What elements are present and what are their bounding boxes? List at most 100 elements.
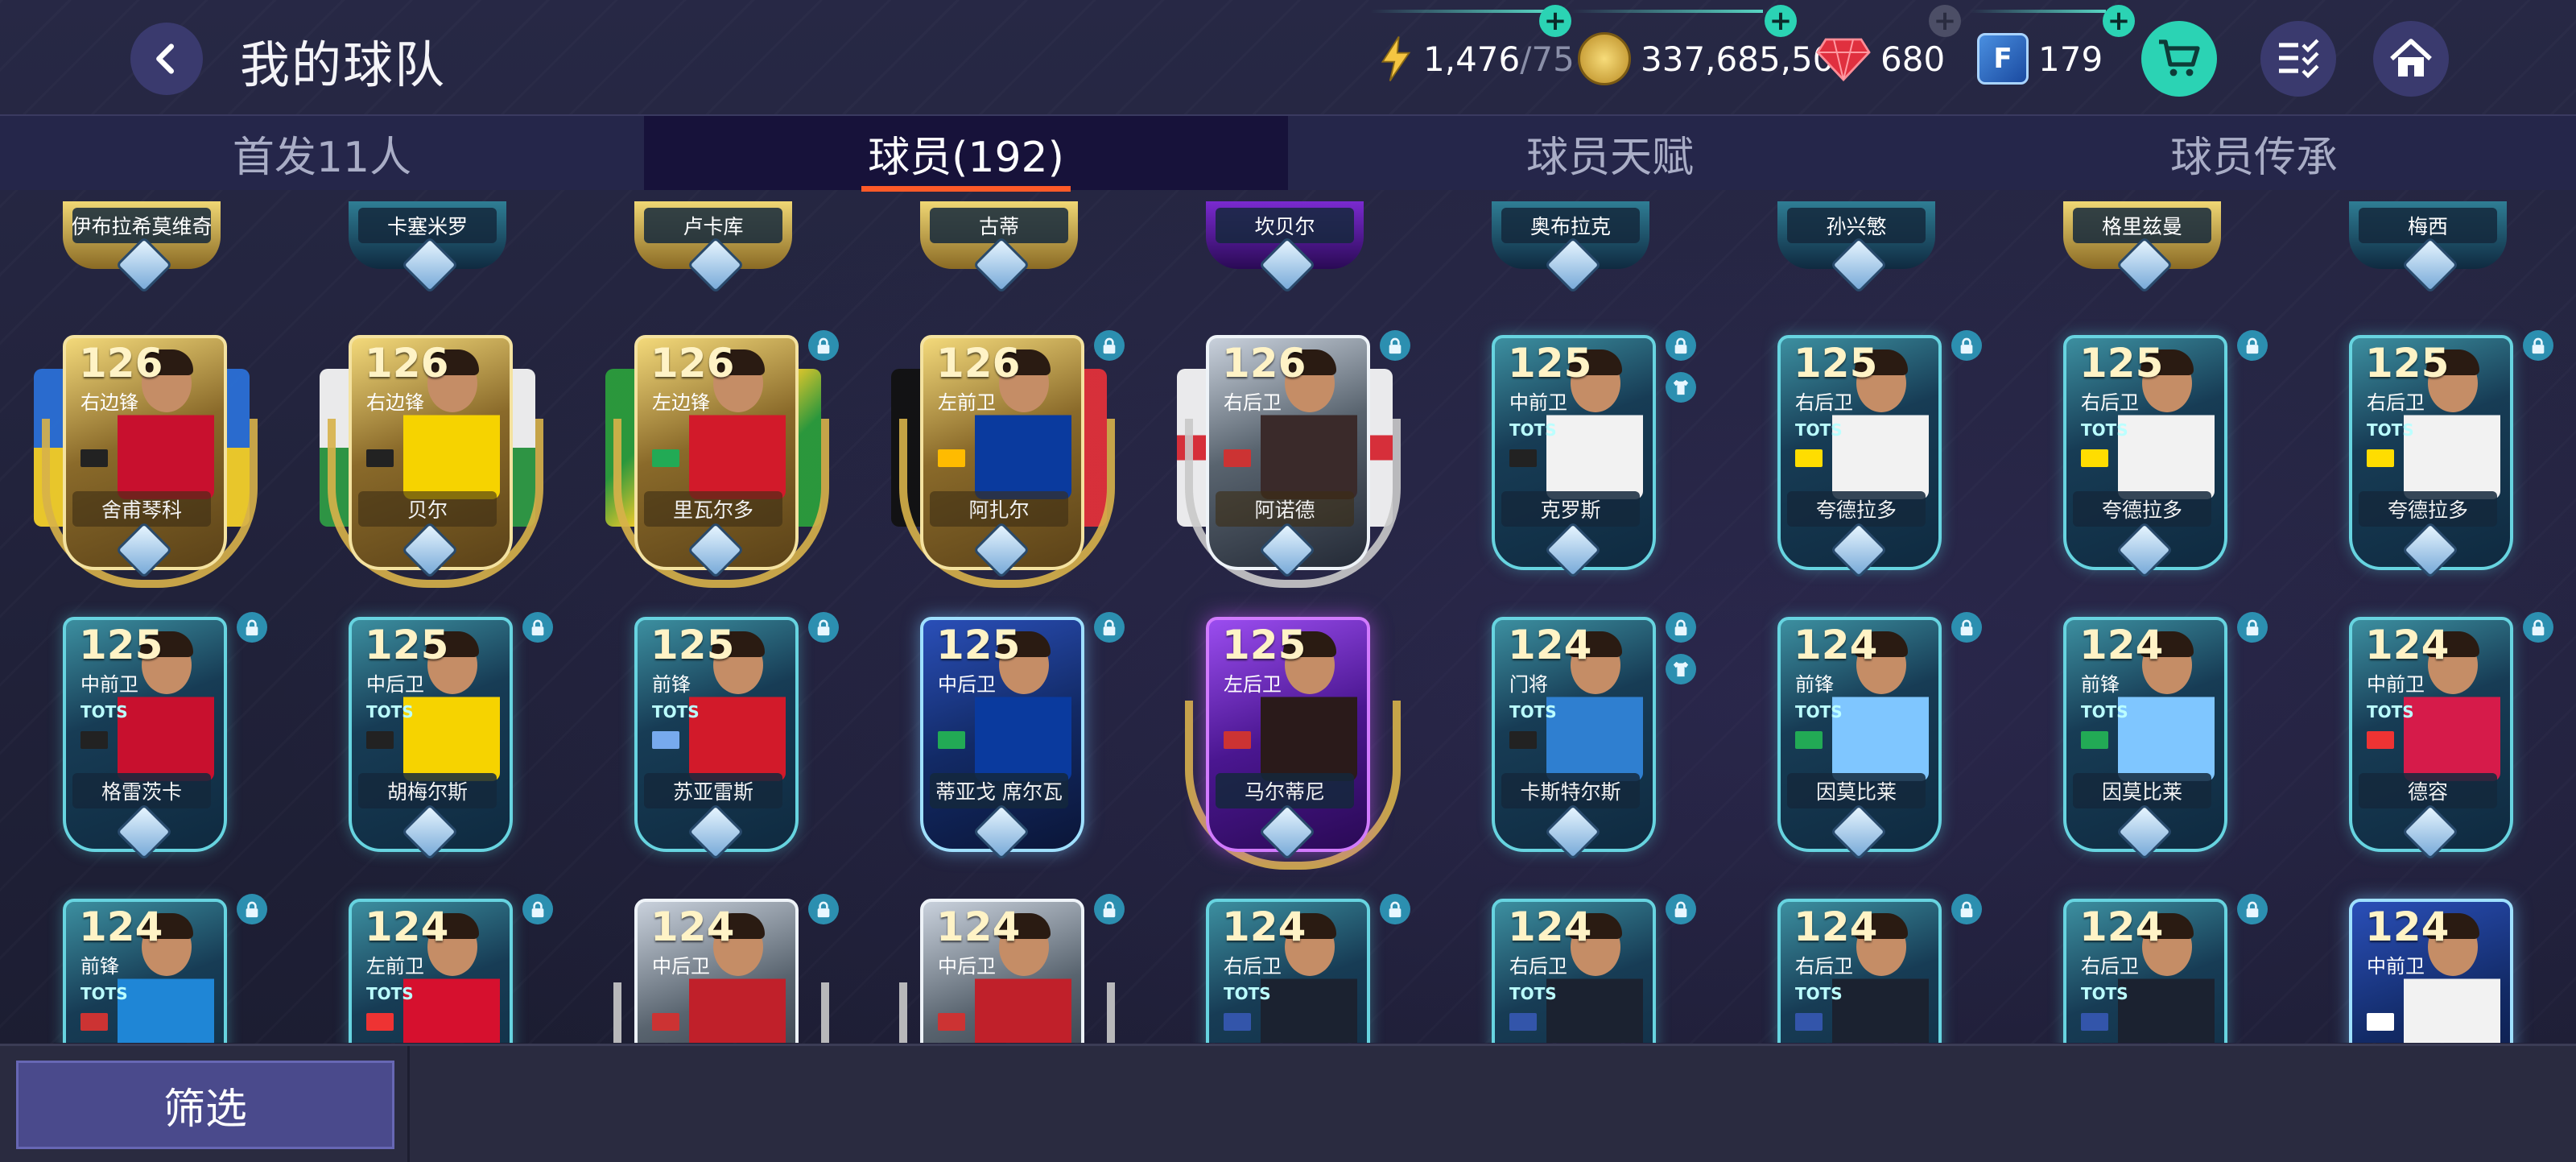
nationality-icon (1224, 731, 1251, 749)
page-title: 我的球队 (240, 35, 447, 94)
lock-icon (2523, 330, 2553, 361)
player-card[interactable]: 125 左后卫 马尔蒂尼 (1182, 604, 1401, 870)
filter-button[interactable]: 筛选 (16, 1061, 394, 1149)
nationality-icon (1224, 449, 1251, 467)
tab-4[interactable]: 球员传承 (1932, 116, 2576, 190)
player-card[interactable]: 125 中前卫 TOTS 克罗斯 (1468, 322, 1696, 579)
top-header: 我的球队 1,476/75 + 337,685,507 + 680 + F 17… (0, 0, 2576, 111)
energy-value: 1,476 (1423, 39, 1521, 79)
player-card[interactable]: 125 右后卫 TOTS 夸德拉多 (1753, 322, 1982, 579)
tots-badge: TOTS (80, 984, 128, 1003)
player-card[interactable]: 125 中后卫 TOTS 胡梅尔斯 (324, 604, 553, 861)
back-button[interactable] (130, 23, 203, 95)
nationality-icon (938, 449, 965, 467)
player-card[interactable]: 124 右后卫 TOTS (1468, 886, 1696, 1043)
player-position: 前锋 (652, 673, 691, 696)
player-position: 右后卫 (1224, 955, 1282, 978)
player-card[interactable]: 126 左边锋 里瓦尔多 (605, 322, 839, 588)
gem-counter: 680 + (1816, 5, 1961, 87)
store-button[interactable] (2141, 21, 2217, 97)
nationality-icon (2081, 1013, 2108, 1031)
nationality-icon (1509, 1013, 1537, 1031)
tab-1[interactable]: 首发11人 (0, 116, 644, 190)
player-card[interactable]: 125 右后卫 TOTS 夸德拉多 (2039, 322, 2268, 579)
gem-icon (1816, 38, 1871, 81)
player-card[interactable]: 126 右后卫 阿诺德 (1177, 322, 1410, 588)
player-position: 中后卫 (938, 673, 996, 696)
lock-icon (237, 894, 267, 924)
player-card[interactable]: 124 中前卫 (2325, 886, 2531, 1043)
player-position: 右边锋 (80, 391, 138, 414)
home-button[interactable] (2373, 21, 2449, 97)
player-rating: 126 (365, 340, 449, 387)
fifa-points-value: 179 (2038, 39, 2103, 79)
gem-value: 680 (1880, 39, 1946, 79)
player-name: 德容 (2359, 773, 2497, 808)
player-rating: 124 (1508, 622, 1592, 668)
lock-icon (522, 612, 553, 643)
player-card[interactable]: 124 门将 TOTS 卡斯特尔斯 (1468, 604, 1696, 861)
nationality-icon (2367, 731, 2394, 749)
player-rating: 124 (1508, 904, 1592, 950)
tots-badge: TOTS (1509, 702, 1557, 722)
player-card[interactable]: 124 前锋 TOTS (39, 886, 267, 1043)
player-card[interactable]: 124 左前卫 TOTS (324, 886, 553, 1043)
player-position: 前锋 (2081, 673, 2120, 696)
lock-icon (1094, 612, 1125, 643)
player-position: 右后卫 (1224, 391, 1282, 414)
player-card[interactable]: 124 右后卫 TOTS (2039, 886, 2268, 1043)
lock-icon (1094, 894, 1125, 924)
player-rating: 125 (2365, 340, 2450, 387)
lock-icon (1666, 894, 1696, 924)
player-card[interactable]: 125 中前卫 TOTS 格雷茨卡 (39, 604, 267, 861)
player-position: 右后卫 (1795, 955, 1853, 978)
nationality-icon (1795, 1013, 1823, 1031)
tots-badge: TOTS (652, 702, 700, 722)
player-card[interactable]: 124 中后卫 (896, 886, 1125, 1043)
nationality-icon (2367, 449, 2394, 467)
task-list-button[interactable] (2260, 21, 2336, 97)
tab-3[interactable]: 球员天赋 (1288, 116, 1932, 190)
nationality-icon (80, 1013, 108, 1031)
player-name: 马尔蒂尼 (1216, 773, 1354, 808)
player-position: 前锋 (1795, 673, 1834, 696)
nationality-icon (652, 1013, 679, 1031)
divider (407, 1046, 410, 1162)
player-card[interactable]: 125 中后卫 蒂亚戈 席尔瓦 (896, 604, 1125, 861)
player-position: 中后卫 (652, 955, 710, 978)
player-card[interactable]: 125 右后卫 TOTS 夸德拉多 (2325, 322, 2553, 579)
player-card[interactable]: 124 中后卫 (610, 886, 839, 1043)
player-card[interactable]: 124 右后卫 TOTS (1753, 886, 1982, 1043)
cart-icon (2159, 39, 2200, 77)
player-card[interactable]: 126 右边锋 舍甫琴科 (34, 322, 258, 588)
energy-plus-button[interactable]: + (1539, 5, 1571, 37)
tab-label: 球员天赋 (1525, 133, 1694, 182)
player-card[interactable]: 124 前锋 TOTS 因莫比莱 (2039, 604, 2268, 861)
player-position: 中后卫 (366, 673, 424, 696)
player-card[interactable]: 126 右边锋 贝尔 (320, 322, 543, 588)
player-position: 右后卫 (2081, 955, 2139, 978)
nationality-icon (1795, 449, 1823, 467)
player-card[interactable]: 124 前锋 TOTS 因莫比莱 (1753, 604, 1982, 861)
tab-2[interactable]: 球员(192) (644, 116, 1288, 192)
bottom-bar: 筛选 (0, 1044, 2576, 1162)
player-card[interactable]: 124 中前卫 TOTS 德容 (2325, 604, 2553, 861)
nationality-icon (2081, 731, 2108, 749)
player-card[interactable]: 126 左前卫 阿扎尔 (891, 322, 1125, 588)
player-rating: 125 (2079, 340, 2164, 387)
fp-plus-button[interactable]: + (2103, 5, 2135, 37)
player-rating: 124 (1794, 622, 1878, 668)
player-name: 贝尔 (358, 491, 497, 527)
gem-plus-button[interactable]: + (1929, 5, 1961, 37)
lock-icon (1666, 612, 1696, 643)
nationality-icon (1795, 731, 1823, 749)
nationality-icon (2367, 1013, 2394, 1031)
coin-plus-button[interactable]: + (1765, 5, 1797, 37)
lock-icon (1380, 330, 1410, 361)
player-rating: 124 (365, 904, 449, 950)
player-position: 右后卫 (2081, 391, 2139, 414)
player-card[interactable]: 125 前锋 TOTS 苏亚雷斯 (610, 604, 839, 861)
shirt-icon (1666, 372, 1696, 403)
player-card[interactable]: 124 右后卫 TOTS (1182, 886, 1410, 1043)
lock-icon (808, 330, 839, 361)
